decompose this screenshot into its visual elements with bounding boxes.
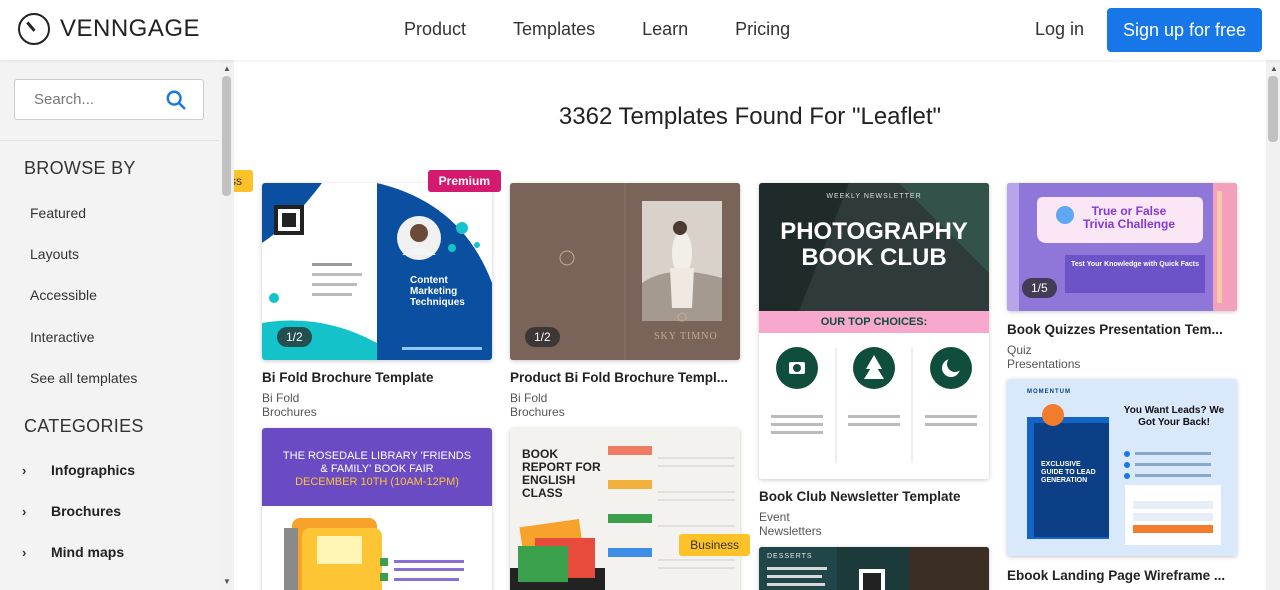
main-scroll-thumb[interactable] [1268, 76, 1278, 142]
search-box [14, 79, 204, 120]
sidebar-item-interactive[interactable]: Interactive [30, 329, 95, 345]
template-category[interactable]: Bi Fold Brochures [510, 391, 565, 419]
thumbnail-headline: THE ROSEDALE LIBRARY 'FRIENDS & FAMILY' … [282, 450, 472, 475]
sidebar-item-layouts[interactable]: Layouts [30, 246, 79, 262]
chevron-right-icon: › [22, 544, 27, 560]
page-count-badge: 1/5 [1022, 278, 1057, 298]
template-title[interactable]: Bi Fold Brochure Template [262, 370, 492, 385]
thumbnail-headline: Content Marketing Techniques [410, 275, 465, 308]
top-header: VENNGAGE Product Templates Learn Pricing… [0, 0, 1280, 60]
thumbnail-brand: SKY TIMNO [654, 331, 718, 342]
chevron-right-icon: › [22, 462, 27, 478]
sidebar-divider [0, 140, 219, 141]
logo-text: VENNGAGE [60, 15, 201, 42]
signup-button[interactable]: Sign up for free [1107, 8, 1262, 52]
scroll-up-icon[interactable]: ▲ [1270, 64, 1278, 73]
template-title[interactable]: Book Quizzes Presentation Tem... [1007, 322, 1237, 337]
thumbnail-subheading: DECEMBER 10TH (10AM-12PM) [295, 476, 459, 488]
premium-badge: Premium [427, 170, 501, 192]
main-nav: Product Templates Learn Pricing [404, 19, 790, 40]
template-category[interactable]: Quiz Presentations [1007, 343, 1080, 371]
thumbnail-headline: True or False Trivia Challenge [1082, 204, 1176, 231]
template-thumbnail[interactable]: MOMENTUM EXCLUSIVE GUIDE TO LEAD GENERAT… [1007, 379, 1237, 556]
sidebar: BROWSE BY Featured Layouts Accessible In… [0, 60, 219, 590]
sidebar-scroll-thumb[interactable] [222, 76, 231, 196]
template-thumbnail[interactable]: Content Marketing Techniques 1/2 [262, 183, 492, 360]
nav-templates[interactable]: Templates [513, 19, 595, 40]
template-thumbnail[interactable]: True or False Trivia Challenge Test Your… [1007, 183, 1237, 311]
category-infographics[interactable]: › Infographics [22, 462, 135, 478]
chevron-right-icon: › [22, 503, 27, 519]
template-title[interactable]: Product Bi Fold Brochure Templ... [510, 370, 740, 385]
template-thumbnail[interactable]: BOOK REPORT FOR ENGLISH CLASS [510, 428, 740, 590]
logo-mark-icon [18, 13, 50, 45]
thumbnail-headline: EXCLUSIVE GUIDE TO LEAD GENERATION [1041, 461, 1096, 484]
template-thumbnail[interactable]: DESSERTS [759, 547, 989, 590]
category-label: Infographics [51, 462, 136, 478]
business-badge: Business [234, 170, 253, 192]
category-label: Brochures [51, 503, 122, 519]
category-label: Mind maps [51, 544, 125, 560]
search-icon[interactable] [165, 89, 187, 111]
results-heading: 3362 Templates Found For "Leaflet" [558, 103, 942, 130]
template-thumbnail[interactable]: WEEKLY NEWSLETTER PHOTOGRAPHY BOOK CLUB … [759, 183, 989, 479]
template-thumbnail[interactable]: SKY TIMNO 1/2 [510, 183, 740, 360]
nav-learn[interactable]: Learn [642, 19, 688, 40]
category-brochures[interactable]: › Brochures [22, 503, 121, 519]
scroll-down-icon[interactable]: ▼ [223, 577, 231, 586]
sidebar-item-featured[interactable]: Featured [30, 205, 86, 221]
categories-title: CATEGORIES [24, 416, 144, 436]
search-input[interactable] [15, 80, 165, 119]
template-title[interactable]: Ebook Landing Page Wireframe ... [1007, 568, 1237, 583]
template-title[interactable]: Book Club Newsletter Template [759, 489, 989, 504]
category-mind-maps[interactable]: › Mind maps [22, 544, 124, 560]
browse-by-title: BROWSE BY [24, 158, 136, 178]
sidebar-scrollbar[interactable]: ▲ ▼ [219, 60, 234, 590]
thumbnail-headline: BOOK REPORT FOR ENGLISH CLASS [522, 447, 601, 500]
template-category[interactable]: Event Newsletters [759, 510, 822, 538]
results-area: 3362 Templates Found For "Leaflet" Conte… [234, 60, 1266, 590]
template-category[interactable]: Bi Fold Brochures [262, 391, 317, 419]
business-badge: Business [679, 534, 750, 556]
thumbnail-kicker: WEEKLY NEWSLETTER [826, 193, 922, 200]
thumbnail-subheading: You Want Leads? We Got Your Back! [1123, 405, 1225, 428]
nav-product[interactable]: Product [404, 19, 466, 40]
login-link[interactable]: Log in [1035, 19, 1084, 40]
nav-pricing[interactable]: Pricing [735, 19, 790, 40]
sidebar-item-accessible[interactable]: Accessible [30, 287, 97, 303]
thumbnail-headline: DESSERTS [767, 553, 813, 560]
thumbnail-subheading: Test Your Knowledge with Quick Facts [1071, 261, 1199, 268]
venngage-logo[interactable]: VENNGAGE [18, 13, 200, 45]
page-count-badge: 1/2 [525, 327, 560, 347]
page-count-badge: 1/2 [277, 327, 312, 347]
main-scrollbar[interactable]: ▲ [1266, 60, 1280, 590]
scroll-up-icon[interactable]: ▲ [223, 64, 231, 73]
thumbnail-brand: MOMENTUM [1027, 389, 1071, 395]
sidebar-item-see-all[interactable]: See all templates [30, 370, 137, 386]
template-thumbnail[interactable]: THE ROSEDALE LIBRARY 'FRIENDS & FAMILY' … [262, 428, 492, 590]
thumbnail-subheading: OUR TOP CHOICES: [820, 316, 928, 328]
thumbnail-headline: PHOTOGRAPHY BOOK CLUB [780, 218, 968, 271]
